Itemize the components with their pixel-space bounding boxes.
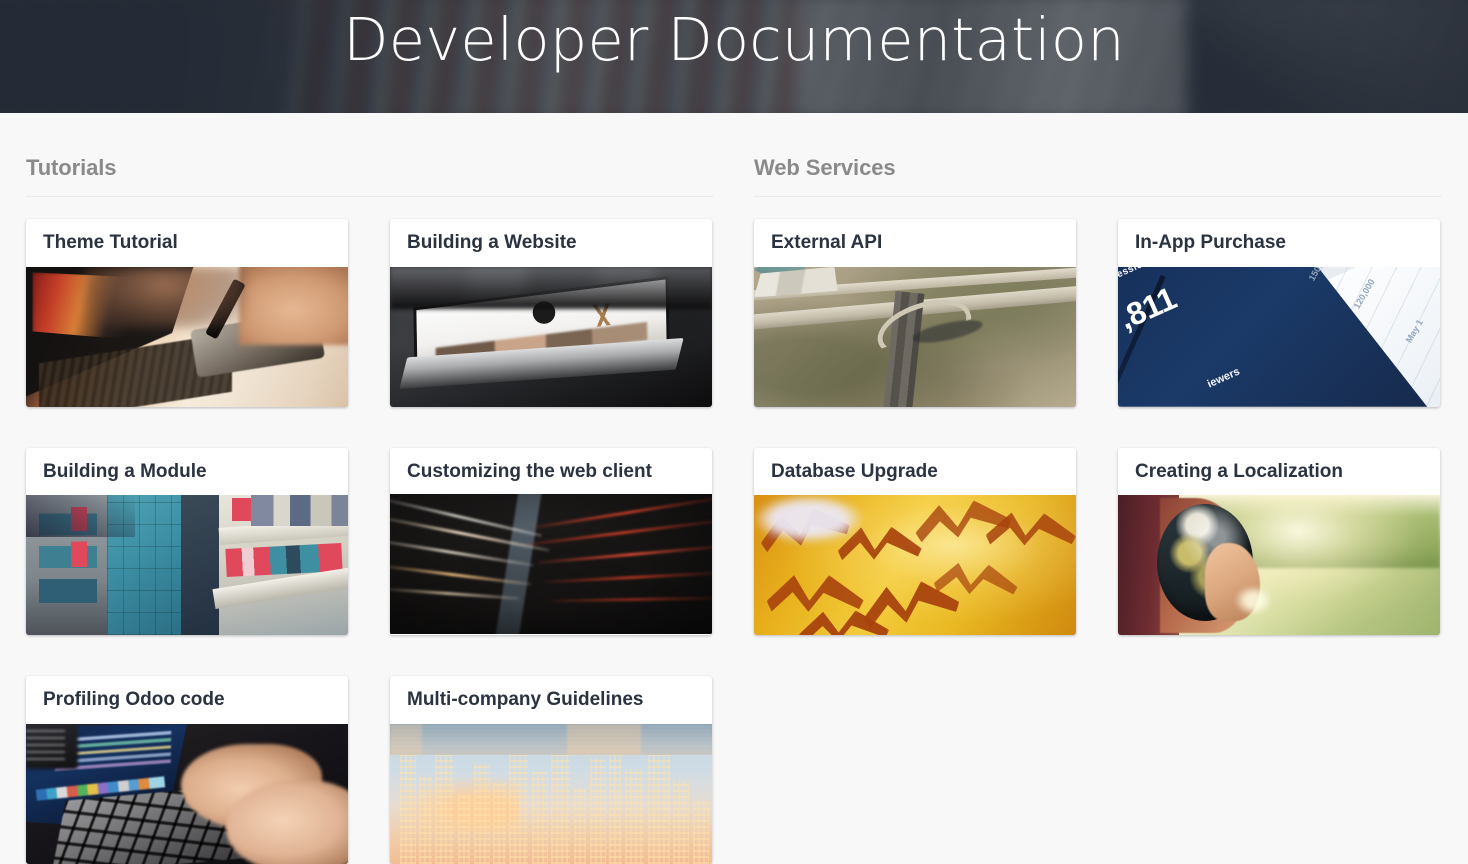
card-title: Multi-company Guidelines [407,689,644,711]
hands-typing-code-image [26,724,348,864]
card-building-a-module[interactable]: Building a Module [26,447,348,636]
laptop-on-glass-table-image [390,266,712,407]
card-multi-company-guidelines[interactable]: Multi-company Guidelines [390,676,712,864]
card-customizing-the-web-client[interactable]: Customizing the web client [390,447,712,636]
card-title: Profiling Odoo code [43,689,225,711]
section-title-tutorials: Tutorials [26,155,714,197]
hand-holding-globe-image [1118,495,1440,636]
card-title: External API [771,232,883,253]
highway-light-trails-image [390,494,712,635]
aerial-highway-interchange-image [754,266,1076,407]
analytics-dashboard-image: mpressions 7,811 5.05% iewers 150.0 120,… [1118,266,1440,407]
card-theme-tutorial[interactable]: Theme Tutorial [26,219,348,407]
section-web-services: Web Services External API In-App Purchas… [754,155,1442,864]
web-services-card-grid: External API In-App Purchase mpressions … [754,219,1442,636]
section-tutorials: Tutorials Theme Tutorial Building a Webs… [26,155,714,864]
card-title: Theme Tutorial [43,232,178,253]
city-skyline-at-dusk-image [390,724,712,864]
card-creating-a-localization[interactable]: Creating a Localization [1118,447,1440,636]
page-banner: Developer Documentation [0,0,1468,113]
card-title: Building a Module [43,460,207,482]
card-title: Database Upgrade [771,460,938,482]
section-title-web-services: Web Services [754,155,1442,197]
card-title: Building a Website [407,232,577,253]
card-building-a-website[interactable]: Building a Website [390,219,712,407]
card-title: Customizing the web client [407,460,652,482]
card-profiling-odoo-code[interactable]: Profiling Odoo code [26,676,348,864]
page-title: Developer Documentation [343,5,1125,74]
content-area: Tutorials Theme Tutorial Building a Webs… [0,113,1468,864]
tutorials-card-grid: Theme Tutorial Building a Website Buildi… [26,219,714,864]
laptop-with-graphics-tablet-and-stylus-image [26,266,348,407]
modern-office-building-image [26,495,348,636]
card-external-api[interactable]: External API [754,219,1076,407]
card-in-app-purchase[interactable]: In-App Purchase mpressions 7,811 5.05% i… [1118,219,1440,407]
birds-flying-golden-sky-image [754,495,1076,636]
card-title: Creating a Localization [1135,460,1343,482]
card-database-upgrade[interactable]: Database Upgrade [754,447,1076,636]
card-title: In-App Purchase [1135,232,1286,253]
